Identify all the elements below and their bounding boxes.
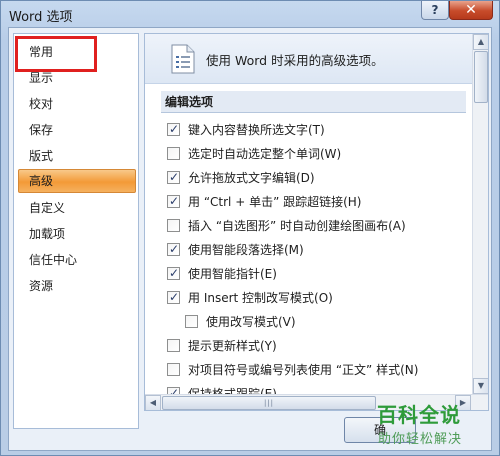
option-label: 使用改写模式(V) <box>206 315 296 329</box>
checkmark-icon: ✓ <box>168 122 180 136</box>
sidebar-item-save[interactable]: 保存 <box>18 118 136 142</box>
help-button[interactable]: ? <box>421 1 449 20</box>
watermark-logo: 百科全说 助你轻松解决 <box>377 399 495 451</box>
option-label: 用 “Ctrl + 单击” 跟踪超链接(H) <box>188 195 362 209</box>
sidebar-item-customize[interactable]: 自定义 <box>18 196 136 220</box>
option-checkbox[interactable] <box>185 315 198 328</box>
option-label: 键入内容替换所选文字(T) <box>188 123 325 137</box>
option-label: 允许拖放式文字编辑(D) <box>188 171 315 185</box>
sidebar-item-display[interactable]: 显示 <box>18 66 136 90</box>
sidebar-nav: 常用 显示 校对 保存 版式 高级 自定义 加载项 信任中心 资源 <box>13 33 139 429</box>
option-label: 使用智能段落选择(M) <box>188 243 304 257</box>
option-checkbox[interactable]: ✓ <box>167 194 180 208</box>
option-checkbox[interactable] <box>167 219 180 232</box>
checkmark-icon: ✓ <box>168 170 180 184</box>
option-checkbox[interactable]: ✓ <box>167 290 180 304</box>
scroll-up-button[interactable]: ▲ <box>473 34 488 50</box>
sidebar-item-addins[interactable]: 加载项 <box>18 222 136 246</box>
scroll-down-button[interactable]: ▼ <box>473 378 488 394</box>
horizontal-scroll-thumb[interactable]: ||| <box>162 396 376 410</box>
dialog-body: 常用 显示 校对 保存 版式 高级 自定义 加载项 信任中心 资源 使用 Wor… <box>8 27 492 451</box>
option-checkbox[interactable]: ✓ <box>167 266 180 280</box>
title-bar[interactable]: Word 选项 ? ✕ <box>1 1 499 27</box>
sidebar-item-popular[interactable]: 常用 <box>18 40 136 64</box>
document-settings-icon <box>169 44 197 77</box>
option-label: 选定时自动选定整个单词(W) <box>188 147 342 161</box>
window-title: Word 选项 <box>9 10 73 25</box>
close-button[interactable]: ✕ <box>449 1 493 20</box>
vertical-scroll-thumb[interactable] <box>474 51 488 103</box>
word-options-dialog: Word 选项 ? ✕ 常用 显示 校对 保存 版式 高级 自定义 加载项 信任… <box>0 0 500 456</box>
option-checkbox[interactable]: ✓ <box>167 242 180 256</box>
checkmark-icon: ✓ <box>168 290 180 304</box>
vertical-scrollbar[interactable]: ▲ ▼ <box>472 34 488 395</box>
checkmark-icon: ✓ <box>168 266 180 280</box>
option-checkbox[interactable]: ✓ <box>167 170 180 184</box>
advanced-options-panel: 使用 Word 时采用的高级选项。 编辑选项 ✓ 键入内容替换所选文字(T) 选定时… <box>144 33 489 411</box>
option-label: 插入 “自选图形” 时自动创建绘图画布(A) <box>188 219 406 233</box>
option-checkbox[interactable]: ✓ <box>167 122 180 136</box>
sidebar-item-trust-center[interactable]: 信任中心 <box>18 248 136 272</box>
panel-header-text: 使用 Word 时采用的高级选项。 <box>206 53 384 68</box>
sidebar-item-resources[interactable]: 资源 <box>18 274 136 298</box>
sidebar-item-proofing[interactable]: 校对 <box>18 92 136 116</box>
option-checkbox[interactable] <box>167 363 180 376</box>
option-label: 用 Insert 控制改写模式(O) <box>188 291 333 305</box>
section-title-editing-options: 编辑选项 <box>161 91 466 113</box>
sidebar-item-advanced[interactable]: 高级 <box>18 169 136 193</box>
watermark-subtitle: 助你轻松解决 <box>378 432 463 447</box>
option-checkbox[interactable] <box>167 147 180 160</box>
scroll-left-button[interactable]: ◀ <box>145 395 161 410</box>
checkmark-icon: ✓ <box>168 242 180 256</box>
option-label: 提示更新样式(Y) <box>188 339 277 353</box>
option-label: 对项目符号或编号列表使用 “正文” 样式(N) <box>188 363 419 377</box>
sidebar-item-layout[interactable]: 版式 <box>18 144 136 168</box>
option-checkbox[interactable] <box>167 339 180 352</box>
checkmark-icon: ✓ <box>168 194 180 208</box>
panel-header: 使用 Word 时采用的高级选项。 <box>145 34 473 84</box>
watermark-title: 百科全说 <box>377 403 461 427</box>
option-label: 使用智能指针(E) <box>188 267 277 281</box>
